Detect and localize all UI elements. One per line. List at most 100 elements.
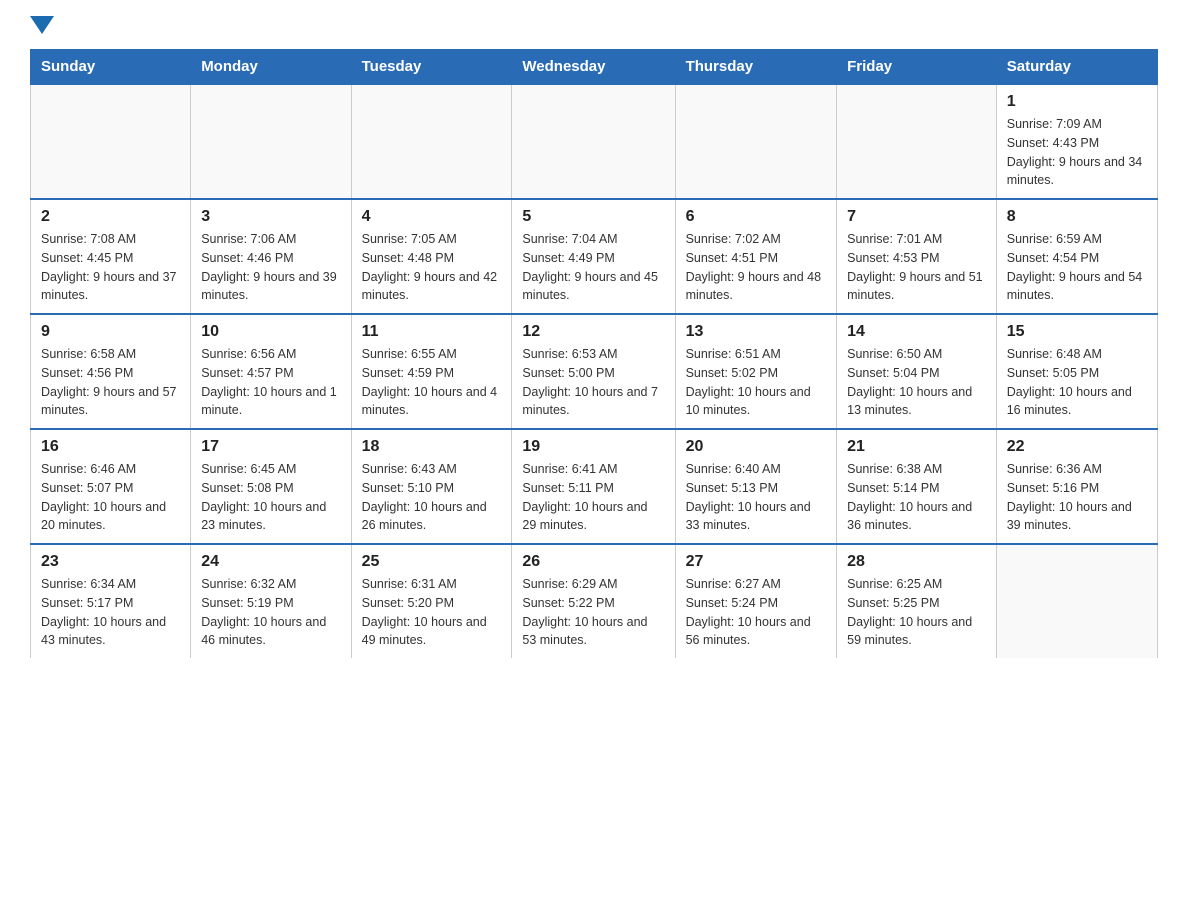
logo bbox=[30, 20, 54, 39]
day-info: Sunrise: 6:45 AMSunset: 5:08 PMDaylight:… bbox=[201, 460, 340, 535]
calendar-cell: 2 Sunrise: 7:08 AMSunset: 4:45 PMDaylight… bbox=[31, 199, 191, 314]
calendar-cell: 6Sunrise: 7:02 AMSunset: 4:51 PMDaylight… bbox=[675, 199, 837, 314]
day-info: Sunrise: 6:32 AMSunset: 5:19 PMDaylight:… bbox=[201, 575, 340, 650]
day-headers-row: SundayMondayTuesdayWednesdayThursdayFrid… bbox=[31, 50, 1158, 85]
day-number: 19 bbox=[522, 438, 664, 456]
calendar-cell: 25 Sunrise: 6:31 AMSunset: 5:20 PMDayligh… bbox=[351, 544, 512, 658]
day-number: 5 bbox=[522, 208, 664, 226]
calendar-cell: 16 Sunrise: 6:46 AMSunset: 5:07 PMDayligh… bbox=[31, 429, 191, 544]
week-row-3: 9 Sunrise: 6:58 AMSunset: 4:56 PMDaylight… bbox=[31, 314, 1158, 429]
day-info: Sunrise: 7:09 AMSunset: 4:43 PMDaylight:… bbox=[1007, 115, 1147, 190]
calendar-cell: 27 Sunrise: 6:27 AMSunset: 5:24 PMDayligh… bbox=[675, 544, 837, 658]
day-info: Sunrise: 7:06 AMSunset: 4:46 PMDaylight:… bbox=[201, 230, 340, 305]
day-number: 24 bbox=[201, 553, 340, 571]
calendar-cell: 23 Sunrise: 6:34 AMSunset: 5:17 PMDayligh… bbox=[31, 544, 191, 658]
day-info: Sunrise: 7:01 AMSunset: 4:53 PMDaylight:… bbox=[847, 230, 986, 305]
calendar-cell bbox=[31, 84, 191, 199]
day-info: Sunrise: 6:27 AMSunset: 5:24 PMDaylight:… bbox=[686, 575, 827, 650]
header-thursday: Thursday bbox=[675, 50, 837, 85]
day-number: 12 bbox=[522, 323, 664, 341]
day-info: Sunrise: 6:29 AMSunset: 5:22 PMDaylight:… bbox=[522, 575, 664, 650]
day-number: 21 bbox=[847, 438, 986, 456]
week-row-2: 2 Sunrise: 7:08 AMSunset: 4:45 PMDaylight… bbox=[31, 199, 1158, 314]
calendar-cell bbox=[191, 84, 351, 199]
calendar-cell: 5 Sunrise: 7:04 AMSunset: 4:49 PMDaylight… bbox=[512, 199, 675, 314]
day-number: 27 bbox=[686, 553, 827, 571]
calendar-cell bbox=[837, 84, 997, 199]
day-number: 10 bbox=[201, 323, 340, 341]
calendar-cell: 1 Sunrise: 7:09 AMSunset: 4:43 PMDaylight… bbox=[996, 84, 1157, 199]
calendar-cell: 20Sunrise: 6:40 AMSunset: 5:13 PMDayligh… bbox=[675, 429, 837, 544]
day-info: Sunrise: 6:53 AMSunset: 5:00 PMDaylight:… bbox=[522, 345, 664, 420]
day-number: 2 bbox=[41, 208, 180, 226]
day-info: Sunrise: 6:51 AMSunset: 5:02 PMDaylight:… bbox=[686, 345, 827, 420]
day-info: Sunrise: 6:58 AMSunset: 4:56 PMDaylight:… bbox=[41, 345, 180, 420]
calendar-cell: 13 Sunrise: 6:51 AMSunset: 5:02 PMDayligh… bbox=[675, 314, 837, 429]
day-info: Sunrise: 6:36 AMSunset: 5:16 PMDaylight:… bbox=[1007, 460, 1147, 535]
week-row-1: 1 Sunrise: 7:09 AMSunset: 4:43 PMDaylight… bbox=[31, 84, 1158, 199]
day-info: Sunrise: 6:55 AMSunset: 4:59 PMDaylight:… bbox=[362, 345, 502, 420]
header-sunday: Sunday bbox=[31, 50, 191, 85]
calendar-cell: 19 Sunrise: 6:41 AMSunset: 5:11 PMDayligh… bbox=[512, 429, 675, 544]
day-number: 1 bbox=[1007, 93, 1147, 111]
calendar-cell: 9 Sunrise: 6:58 AMSunset: 4:56 PMDaylight… bbox=[31, 314, 191, 429]
calendar-cell: 24 Sunrise: 6:32 AMSunset: 5:19 PMDayligh… bbox=[191, 544, 351, 658]
day-number: 13 bbox=[686, 323, 827, 341]
day-number: 26 bbox=[522, 553, 664, 571]
calendar-cell: 15Sunrise: 6:48 AMSunset: 5:05 PMDayligh… bbox=[996, 314, 1157, 429]
calendar-cell: 22 Sunrise: 6:36 AMSunset: 5:16 PMDayligh… bbox=[996, 429, 1157, 544]
calendar-cell: 18 Sunrise: 6:43 AMSunset: 5:10 PMDayligh… bbox=[351, 429, 512, 544]
calendar-cell bbox=[675, 84, 837, 199]
day-number: 22 bbox=[1007, 438, 1147, 456]
calendar-cell bbox=[996, 544, 1157, 658]
day-number: 23 bbox=[41, 553, 180, 571]
day-number: 18 bbox=[362, 438, 502, 456]
day-number: 14 bbox=[847, 323, 986, 341]
calendar-cell: 3 Sunrise: 7:06 AMSunset: 4:46 PMDaylight… bbox=[191, 199, 351, 314]
day-info: Sunrise: 6:31 AMSunset: 5:20 PMDaylight:… bbox=[362, 575, 502, 650]
calendar-cell: 11 Sunrise: 6:55 AMSunset: 4:59 PMDayligh… bbox=[351, 314, 512, 429]
day-info: Sunrise: 6:34 AMSunset: 5:17 PMDaylight:… bbox=[41, 575, 180, 650]
day-info: Sunrise: 6:43 AMSunset: 5:10 PMDaylight:… bbox=[362, 460, 502, 535]
header-wednesday: Wednesday bbox=[512, 50, 675, 85]
page-header bbox=[30, 20, 1158, 39]
calendar-cell: 10 Sunrise: 6:56 AMSunset: 4:57 PMDayligh… bbox=[191, 314, 351, 429]
day-info: Sunrise: 6:56 AMSunset: 4:57 PMDaylight:… bbox=[201, 345, 340, 420]
day-number: 11 bbox=[362, 323, 502, 341]
day-number: 15 bbox=[1007, 323, 1147, 341]
day-number: 9 bbox=[41, 323, 180, 341]
day-number: 6 bbox=[686, 208, 827, 226]
calendar-cell bbox=[351, 84, 512, 199]
day-info: Sunrise: 7:08 AMSunset: 4:45 PMDaylight:… bbox=[41, 230, 180, 305]
calendar-table: SundayMondayTuesdayWednesdayThursdayFrid… bbox=[30, 49, 1158, 658]
calendar-cell: 21 Sunrise: 6:38 AMSunset: 5:14 PMDayligh… bbox=[837, 429, 997, 544]
day-info: Sunrise: 7:05 AMSunset: 4:48 PMDaylight:… bbox=[362, 230, 502, 305]
calendar-header: SundayMondayTuesdayWednesdayThursdayFrid… bbox=[31, 50, 1158, 85]
day-info: Sunrise: 6:46 AMSunset: 5:07 PMDaylight:… bbox=[41, 460, 180, 535]
day-info: Sunrise: 7:04 AMSunset: 4:49 PMDaylight:… bbox=[522, 230, 664, 305]
calendar-cell: 12 Sunrise: 6:53 AMSunset: 5:00 PMDayligh… bbox=[512, 314, 675, 429]
header-saturday: Saturday bbox=[996, 50, 1157, 85]
day-number: 3 bbox=[201, 208, 340, 226]
day-number: 25 bbox=[362, 553, 502, 571]
calendar-cell: 17 Sunrise: 6:45 AMSunset: 5:08 PMDayligh… bbox=[191, 429, 351, 544]
calendar-cell: 14 Sunrise: 6:50 AMSunset: 5:04 PMDayligh… bbox=[837, 314, 997, 429]
day-number: 7 bbox=[847, 208, 986, 226]
day-number: 28 bbox=[847, 553, 986, 571]
day-info: Sunrise: 6:40 AMSunset: 5:13 PMDaylight:… bbox=[686, 460, 827, 535]
day-number: 17 bbox=[201, 438, 340, 456]
header-tuesday: Tuesday bbox=[351, 50, 512, 85]
calendar-cell: 28Sunrise: 6:25 AMSunset: 5:25 PMDayligh… bbox=[837, 544, 997, 658]
header-friday: Friday bbox=[837, 50, 997, 85]
calendar-cell bbox=[512, 84, 675, 199]
day-info: Sunrise: 6:59 AMSunset: 4:54 PMDaylight:… bbox=[1007, 230, 1147, 305]
day-info: Sunrise: 6:41 AMSunset: 5:11 PMDaylight:… bbox=[522, 460, 664, 535]
calendar-cell: 7 Sunrise: 7:01 AMSunset: 4:53 PMDaylight… bbox=[837, 199, 997, 314]
day-info: Sunrise: 6:50 AMSunset: 5:04 PMDaylight:… bbox=[847, 345, 986, 420]
day-number: 4 bbox=[362, 208, 502, 226]
calendar-cell: 26 Sunrise: 6:29 AMSunset: 5:22 PMDayligh… bbox=[512, 544, 675, 658]
day-number: 8 bbox=[1007, 208, 1147, 226]
day-number: 16 bbox=[41, 438, 180, 456]
day-info: Sunrise: 6:38 AMSunset: 5:14 PMDaylight:… bbox=[847, 460, 986, 535]
week-row-4: 16 Sunrise: 6:46 AMSunset: 5:07 PMDayligh… bbox=[31, 429, 1158, 544]
